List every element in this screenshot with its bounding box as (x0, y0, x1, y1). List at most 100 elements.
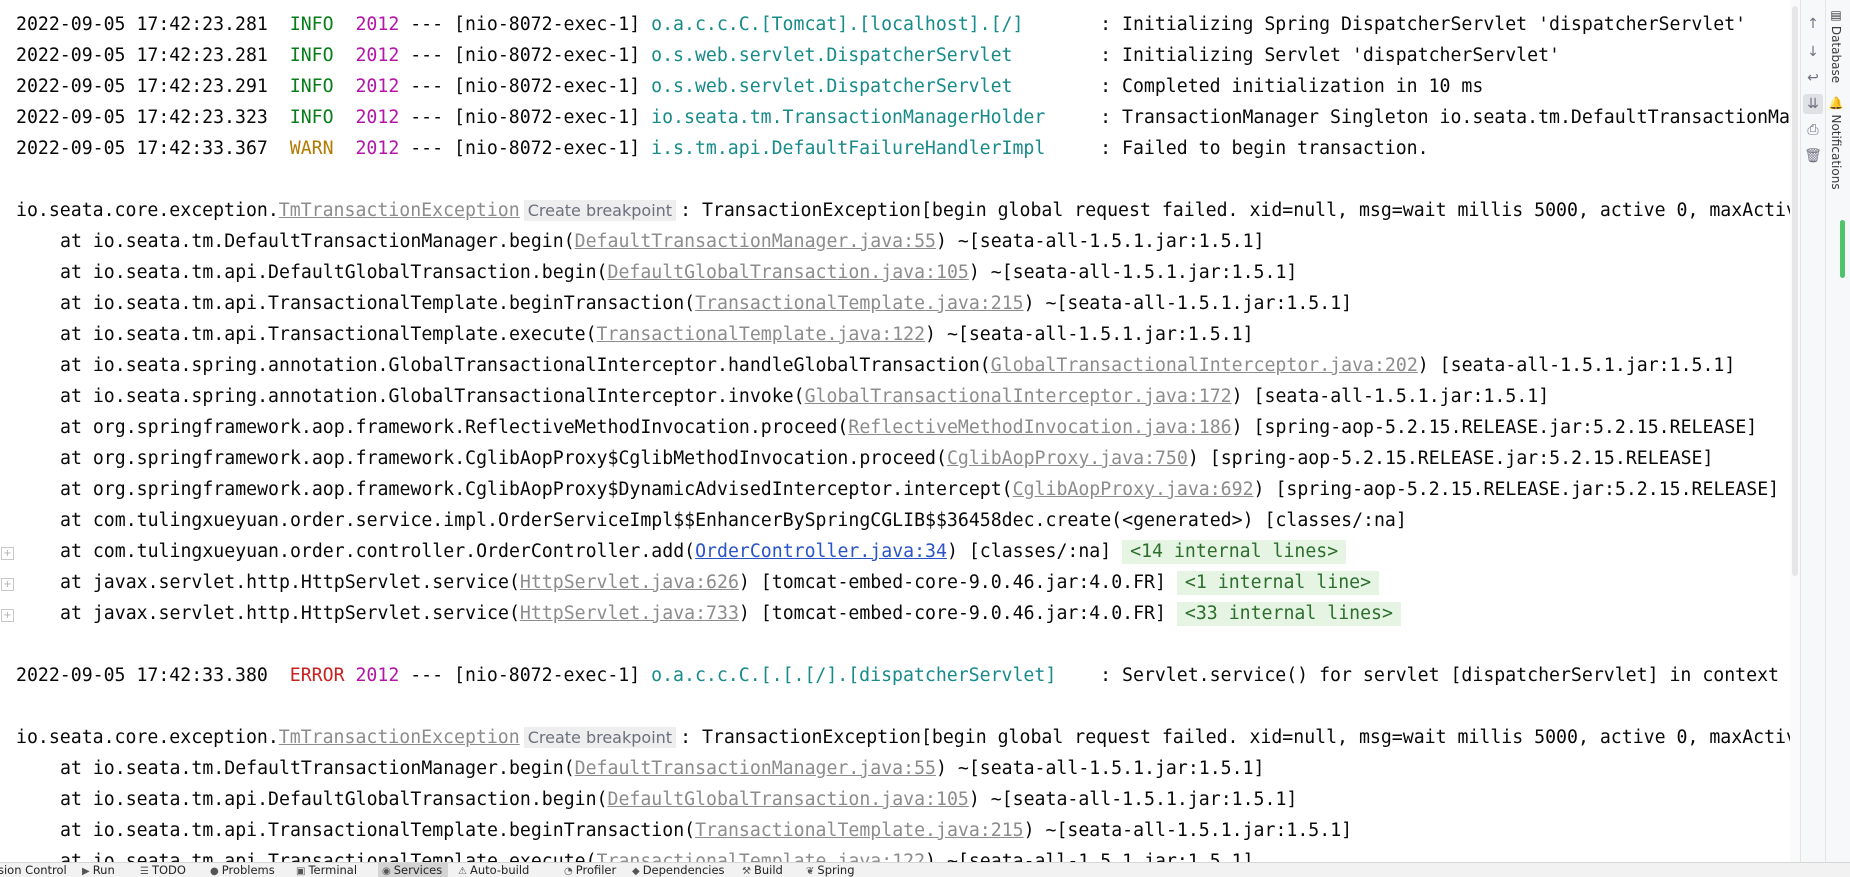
source-link[interactable]: TransactionalTemplate.java:215 (695, 293, 1024, 314)
internal-lines-fold[interactable]: <14 internal lines> (1122, 540, 1347, 564)
tool-window-icon: ❦ (806, 866, 815, 877)
scroll-up-icon: ↑ (1807, 16, 1819, 32)
tool-window-icon: ◆ (632, 866, 640, 877)
expand-fold-icon[interactable]: + (1, 578, 14, 591)
tool-window-icon: ▣ (296, 866, 306, 877)
tool-window-problems[interactable]: ● Problems (210, 863, 275, 877)
source-link[interactable]: TransactionalTemplate.java:122 (597, 851, 926, 862)
log-level: INFO (289, 14, 345, 35)
exception-header: io.seata.core.exception.TmTransactionExc… (16, 724, 1800, 755)
log-logger[interactable]: o.s.web.servlet.DispatcherServlet (651, 76, 1089, 97)
log-level: WARN (289, 138, 345, 159)
frame-jar: ) ~[seata-all-1.5.1.jar:1.5.1] (935, 231, 1265, 252)
run-console[interactable]: 2022-09-05 17:42:23.281 INFO 2012 --- [n… (0, 0, 1800, 862)
source-link[interactable]: DefaultGlobalTransaction.java:105 (608, 262, 969, 283)
frame-method: at io.seata.tm.api.TransactionalTemplate… (60, 324, 597, 345)
tool-window-icon: ● (210, 866, 219, 877)
frame-method: at org.springframework.aop.framework.Ref… (60, 417, 849, 438)
log-pid: 2012 (355, 665, 400, 686)
tool-window-spring[interactable]: ❦ Spring (806, 863, 855, 877)
soft-wrap-button[interactable]: ↩ (1803, 68, 1823, 88)
create-breakpoint-button[interactable]: Create breakpoint (523, 727, 677, 748)
tool-window-services[interactable]: ◉ Services (378, 863, 449, 877)
source-link[interactable]: DefaultTransactionManager.java:55 (575, 758, 936, 779)
stack-frame: at io.seata.tm.api.TransactionalTemplate… (16, 290, 1800, 321)
exception-class-link[interactable]: TmTransactionException (279, 727, 520, 748)
stack-frame: at io.seata.tm.api.TransactionalTemplate… (16, 848, 1800, 862)
frame-method: at javax.servlet.http.HttpServlet.servic… (60, 572, 520, 593)
source-link[interactable]: DefaultTransactionManager.java:55 (575, 231, 936, 252)
source-link[interactable]: GlobalTransactionalInterceptor.java:172 (805, 386, 1232, 407)
scrollbar-thumb[interactable] (1792, 6, 1798, 576)
tool-window-build[interactable]: ⚒ Build (742, 863, 783, 877)
log-line: 2022-09-05 17:42:23.281 INFO 2012 --- [n… (16, 42, 1800, 73)
tool-window-dependencies[interactable]: ◆ Dependencies (632, 863, 725, 877)
source-link[interactable]: DefaultGlobalTransaction.java:105 (608, 789, 969, 810)
log-logger[interactable]: o.s.web.servlet.DispatcherServlet (651, 45, 1089, 66)
source-link[interactable]: GlobalTransactionalInterceptor.java:202 (991, 355, 1418, 376)
source-link[interactable]: HttpServlet.java:626 (520, 572, 739, 593)
source-link[interactable]: TransactionalTemplate.java:215 (695, 820, 1024, 841)
internal-lines-fold[interactable]: <1 internal line> (1176, 571, 1380, 595)
tool-window-sion-control[interactable]: sion Control (0, 863, 67, 877)
frame-method: at org.springframework.aop.framework.Cgl… (60, 479, 1013, 500)
notifications-tab[interactable]: 🔔 Notifications (1829, 96, 1843, 190)
tool-window-auto-build[interactable]: ⚠ Auto-build (458, 863, 530, 877)
print-button[interactable]: ⎙ (1803, 120, 1823, 140)
console-output: 2022-09-05 17:42:23.281 INFO 2012 --- [n… (16, 11, 1800, 862)
frame-jar: ) [classes/:na] (946, 541, 1123, 562)
exception-message: : TransactionException[begin global requ… (680, 200, 1797, 221)
log-logger[interactable]: o.a.c.c.C.[Tomcat].[localhost].[/] (651, 14, 1089, 35)
scroll-down-icon: ↓ (1807, 44, 1819, 60)
log-pid: 2012 (355, 14, 400, 35)
log-message: : TransactionManager Singleton io.seata.… (1089, 107, 1800, 128)
database-tab[interactable]: ▤ Database (1829, 8, 1843, 83)
clear-all-button[interactable]: 🗑 (1803, 146, 1823, 166)
log-message: : Initializing Servlet 'dispatcherServle… (1089, 45, 1560, 66)
frame-jar: ) ~[seata-all-1.5.1.jar:1.5.1] (925, 851, 1254, 862)
internal-lines-fold[interactable]: <33 internal lines> (1176, 602, 1401, 626)
scroll-to-end-button[interactable]: ⇊ (1803, 94, 1823, 114)
stack-frame: at com.tulingxueyuan.order.controller.Or… (16, 538, 1800, 569)
source-link[interactable]: CglibAopProxy.java:692 (1013, 479, 1254, 500)
stack-frame: at org.springframework.aop.framework.Ref… (16, 414, 1800, 445)
scroll-down-button[interactable]: ↓ (1803, 42, 1823, 62)
log-timestamp: 2022-09-05 17:42:23.281 (16, 14, 268, 35)
clear-all-icon: 🗑 (1804, 148, 1822, 164)
tool-window-profiler[interactable]: ◔ Profiler (564, 863, 616, 877)
source-link[interactable]: TransactionalTemplate.java:122 (597, 324, 926, 345)
scroll-up-button[interactable]: ↑ (1803, 14, 1823, 34)
expand-fold-icon[interactable]: + (1, 547, 14, 560)
console-scrollbar[interactable] (1790, 0, 1800, 862)
exception-class-link[interactable]: TmTransactionException (279, 200, 520, 221)
source-link[interactable]: OrderController.java:34 (695, 541, 947, 562)
tool-window-icon: ☰ (140, 866, 149, 877)
log-level: INFO (289, 76, 345, 97)
source-link[interactable]: CglibAopProxy.java:750 (947, 448, 1188, 469)
stack-frame: at io.seata.tm.api.DefaultGlobalTransact… (16, 786, 1800, 817)
log-level: ERROR (289, 665, 345, 686)
log-timestamp: 2022-09-05 17:42:33.380 (16, 665, 268, 686)
log-logger[interactable]: o.a.c.c.C.[.[.[/].[dispatcherServlet] (651, 665, 1089, 686)
tool-window-terminal[interactable]: ▣ Terminal (296, 863, 357, 877)
stack-frame: at javax.servlet.http.HttpServlet.servic… (16, 569, 1800, 600)
print-icon: ⎙ (1807, 122, 1819, 138)
tool-window-todo[interactable]: ☰ TODO (140, 863, 186, 877)
source-link[interactable]: HttpServlet.java:733 (520, 603, 739, 624)
frame-jar: ) [tomcat-embed-core-9.0.46.jar:4.0.FR] (738, 603, 1177, 624)
source-link[interactable]: ReflectiveMethodInvocation.java:186 (848, 417, 1231, 438)
frame-jar: ) [spring-aop-5.2.15.RELEASE.jar:5.2.15.… (1253, 479, 1780, 500)
expand-fold-icon[interactable]: + (1, 609, 14, 622)
bell-icon: 🔔 (1829, 96, 1843, 115)
create-breakpoint-button[interactable]: Create breakpoint (523, 200, 677, 221)
log-logger[interactable]: io.seata.tm.TransactionManagerHolder (651, 107, 1089, 128)
tool-window-label: Auto-build (469, 863, 530, 877)
tool-window-label: Problems (221, 863, 275, 877)
tool-window-icon: ⚠ (458, 866, 467, 877)
log-logger[interactable]: i.s.tm.api.DefaultFailureHandlerImpl (651, 138, 1089, 159)
frame-jar: ) [tomcat-embed-core-9.0.46.jar:4.0.FR] (738, 572, 1177, 593)
tool-window-run[interactable]: ▶ Run (82, 863, 115, 877)
log-thread: --- [nio-8072-exec-1] (399, 665, 652, 686)
